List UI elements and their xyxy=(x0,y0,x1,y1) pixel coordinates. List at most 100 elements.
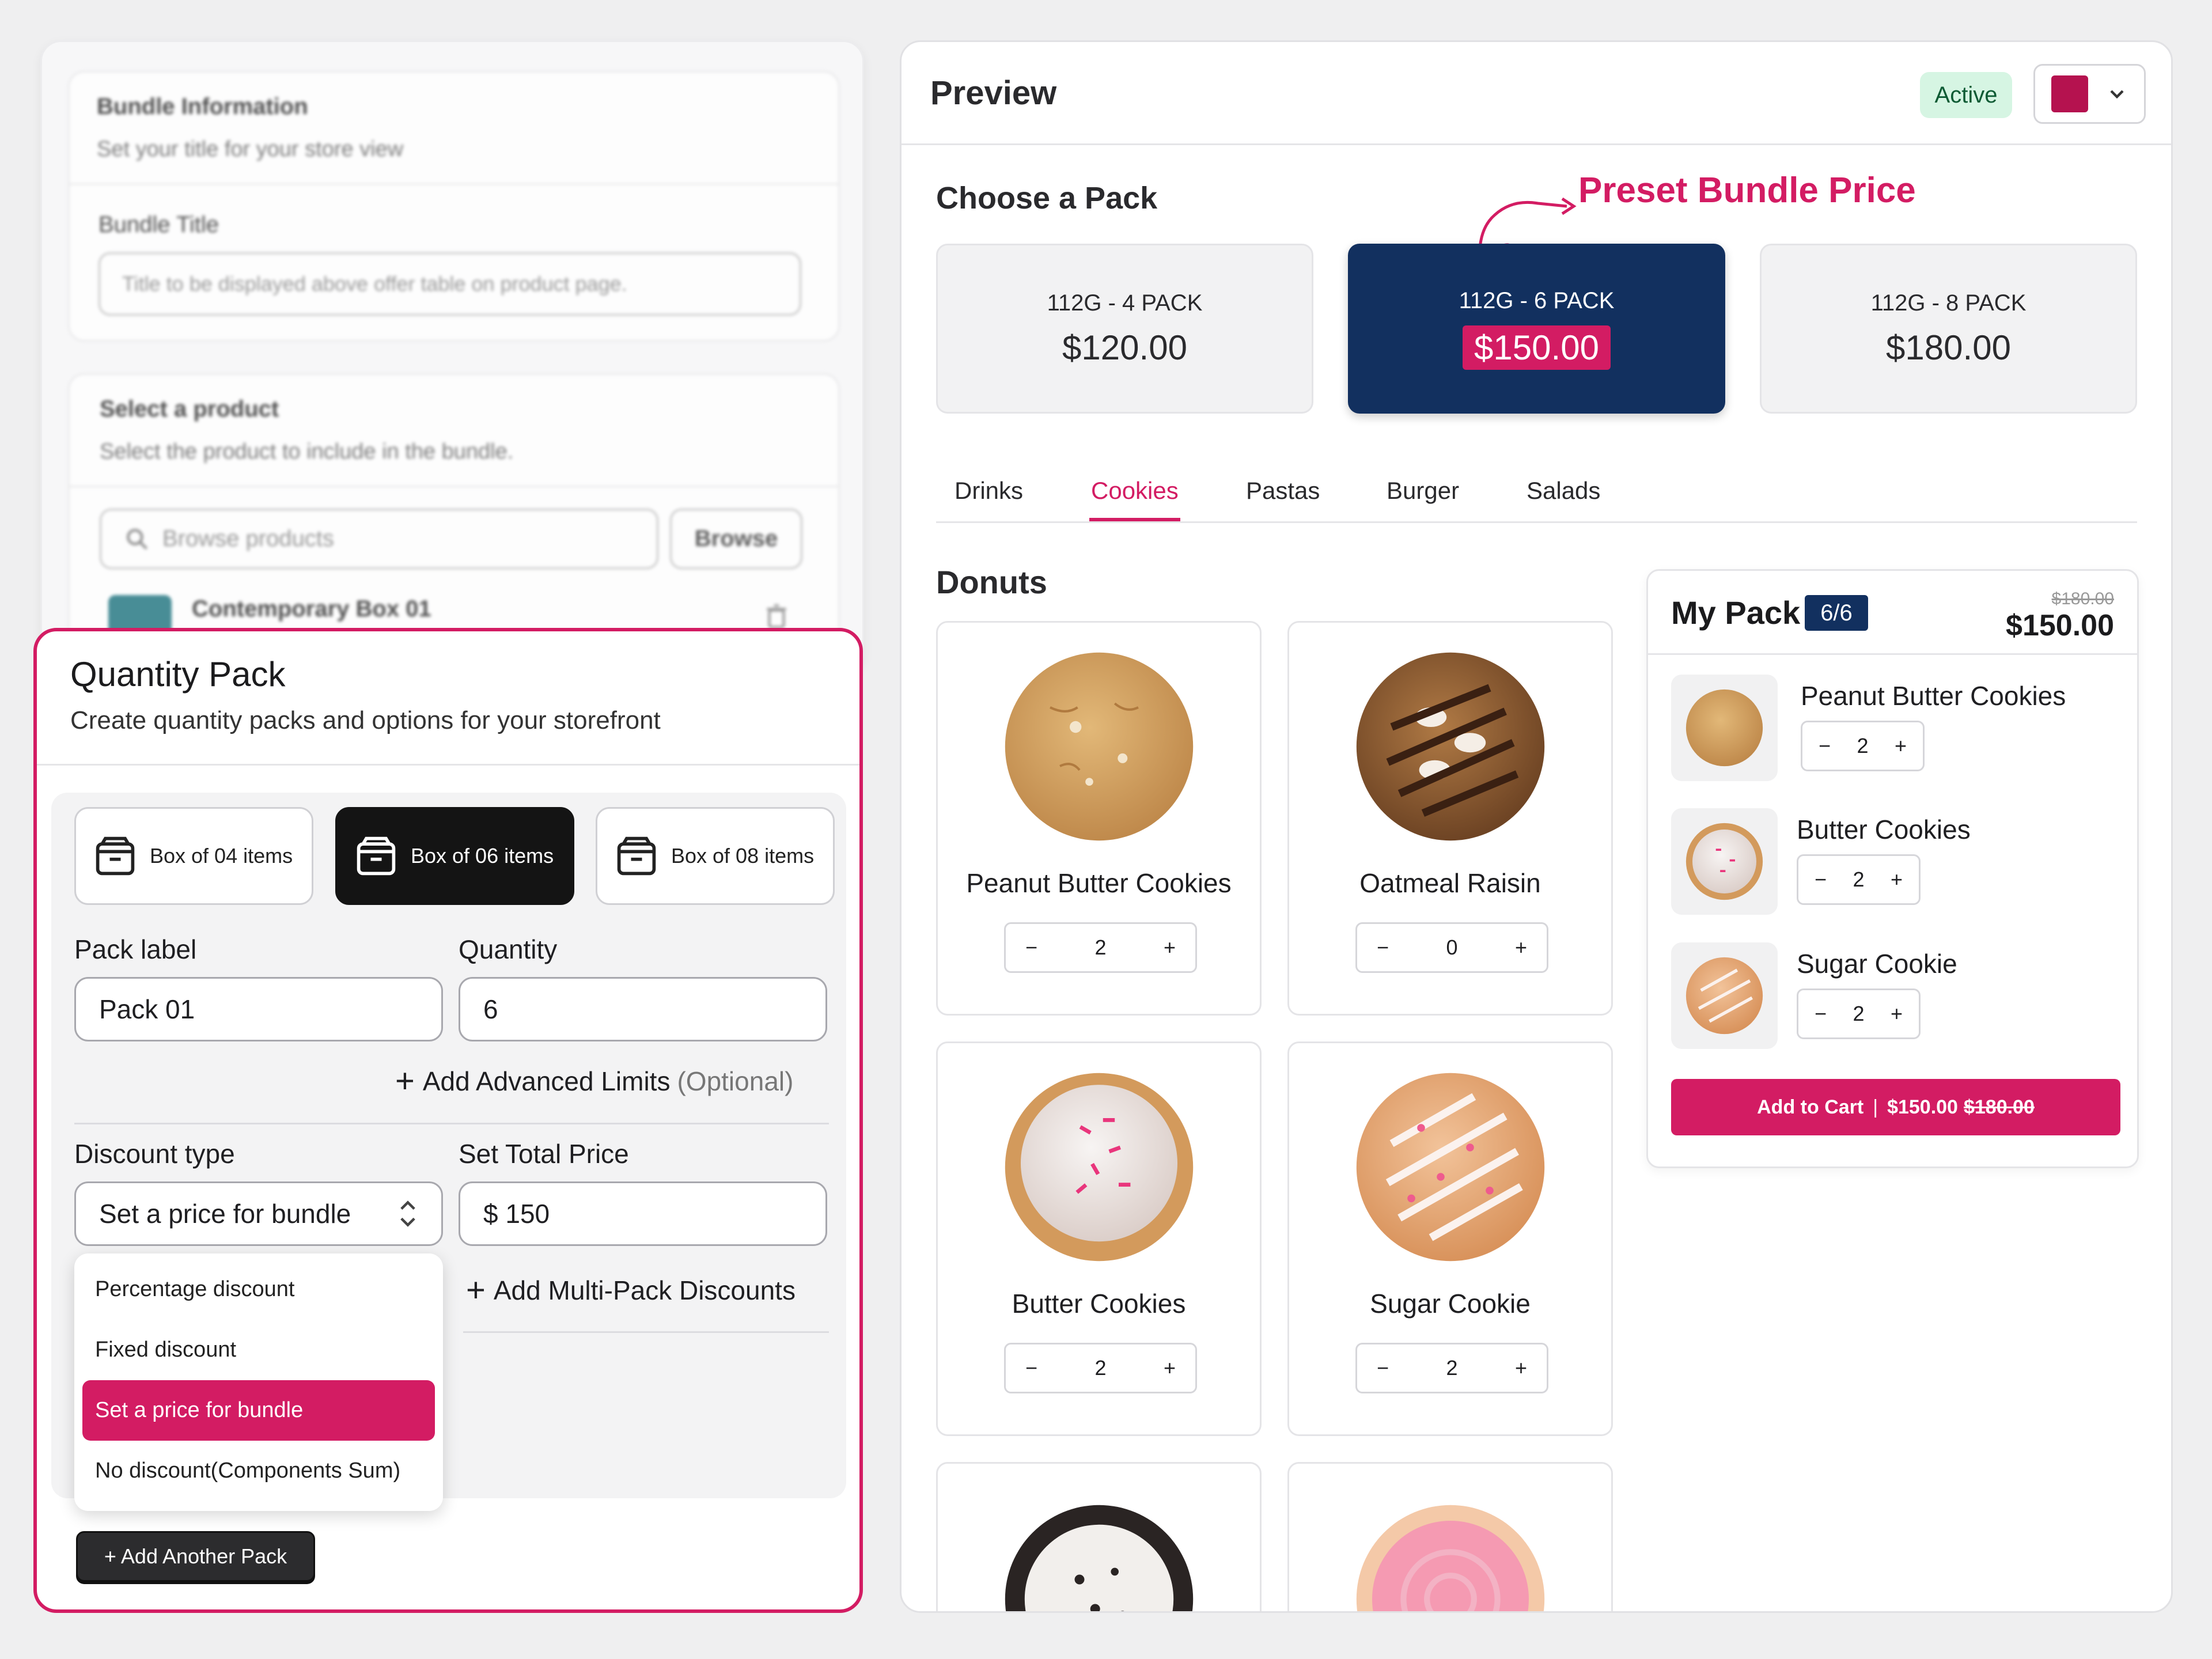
settings-panel: Bundle Information Set your title for yo… xyxy=(40,40,864,674)
quantity-value: 2 xyxy=(1094,1356,1107,1380)
my-pack-item-name: Peanut Butter Cookies xyxy=(1801,681,2066,711)
add-advanced-limits-link[interactable]: + Add Advanced Limits (Optional) xyxy=(395,1065,793,1098)
add-to-cart-button[interactable]: Add to Cart | $150.00 $180.00 xyxy=(1671,1079,2120,1135)
minus-icon[interactable]: − xyxy=(1815,868,1827,892)
tab-salads[interactable]: Salads xyxy=(1527,477,1600,505)
oatmeal-raisin-cookie-image xyxy=(1356,652,1545,841)
add-multi-pack-discounts-link[interactable]: + Add Multi-Pack Discounts xyxy=(466,1274,796,1307)
select-arrows-icon xyxy=(400,1200,415,1227)
browse-button[interactable]: Browse xyxy=(670,509,802,569)
tab-pastas[interactable]: Pastas xyxy=(1246,477,1320,505)
dropdown-option-set-price[interactable]: Set a price for bundle xyxy=(82,1380,435,1441)
pack-label-input[interactable]: Pack 01 xyxy=(74,977,443,1041)
my-pack-count-badge: 6/6 xyxy=(1805,595,1868,631)
my-pack-price: $150.00 xyxy=(2006,609,2114,642)
my-pack-item: Sugar Cookie − 2 + xyxy=(1671,942,2120,1055)
box-option-08[interactable]: Box of 08 items xyxy=(596,807,835,905)
pack-option-4[interactable]: 112G - 4 PACK $120.00 xyxy=(936,244,1313,414)
my-pack-item-name: Butter Cookies xyxy=(1797,815,1971,844)
product-card xyxy=(936,1462,1262,1611)
plus-icon[interactable]: + xyxy=(1515,935,1527,960)
product-card: Oatmeal Raisin − 0 + xyxy=(1287,621,1613,1016)
multi-pack-label: Add Multi-Pack Discounts xyxy=(493,1275,796,1305)
minus-icon[interactable]: − xyxy=(1815,1002,1827,1026)
pack-option-label: 112G - 8 PACK xyxy=(1870,290,2027,316)
minus-icon[interactable]: − xyxy=(1025,1356,1037,1380)
pink-frosted-cookie-image xyxy=(1356,1505,1545,1611)
quantity-stepper[interactable]: − 2 + xyxy=(1797,988,1921,1039)
plus-icon[interactable]: + xyxy=(1895,734,1907,758)
plus-icon: + xyxy=(395,1062,415,1100)
peanut-butter-cookie-thumbnail xyxy=(1671,675,1778,781)
box-option-04[interactable]: Box of 04 items xyxy=(74,807,313,905)
quantity-stepper[interactable]: − 2 + xyxy=(1797,854,1921,905)
my-pack-title: My Pack xyxy=(1671,594,1801,631)
product-card: Sugar Cookie − 2 + xyxy=(1287,1041,1613,1436)
trash-icon[interactable] xyxy=(762,602,791,631)
add-another-pack-button[interactable]: + Add Another Pack xyxy=(76,1531,315,1582)
butter-cookie-image xyxy=(1005,1073,1194,1262)
minus-icon[interactable]: − xyxy=(1025,935,1037,960)
preview-panel: Preview Active Choose a Pack Preset Bund… xyxy=(900,40,2173,1613)
product-name: Contemporary Box 01 xyxy=(192,596,431,622)
plus-icon[interactable]: + xyxy=(1891,868,1903,892)
product-name: Oatmeal Raisin xyxy=(1359,868,1541,898)
quantity-value: 2 xyxy=(1853,1002,1865,1025)
my-pack-panel: My Pack 6/6 $180.00 $150.00 Peanut Butte… xyxy=(1646,569,2139,1168)
butter-cookie-thumbnail xyxy=(1671,808,1778,915)
minus-icon[interactable]: − xyxy=(1377,935,1389,960)
product-name: Butter Cookies xyxy=(1012,1289,1186,1319)
product-card xyxy=(1287,1462,1613,1611)
total-price-value: $ 150 xyxy=(483,1199,550,1229)
dropdown-option-percentage[interactable]: Percentage discount xyxy=(82,1259,435,1320)
select-product-title: Select a product xyxy=(100,396,279,422)
my-pack-item: Peanut Butter Cookies − 2 + xyxy=(1671,675,2120,787)
quantity-value: 2 xyxy=(1446,1356,1458,1380)
quantity-input[interactable]: 6 xyxy=(459,977,827,1041)
tab-drinks[interactable]: Drinks xyxy=(955,477,1023,505)
pack-label-label: Pack label xyxy=(74,934,197,964)
pack-option-8[interactable]: 112G - 8 PACK $180.00 xyxy=(1760,244,2137,414)
annotation-label: Preset Bundle Price xyxy=(1578,171,1916,210)
dropdown-option-no-discount[interactable]: No discount(Components Sum) xyxy=(82,1441,435,1501)
quantity-stepper[interactable]: − 2 + xyxy=(1004,1343,1197,1393)
advanced-limits-label: Add Advanced Limits xyxy=(422,1066,671,1096)
quantity-stepper[interactable]: − 2 + xyxy=(1801,721,1925,771)
quantity-pack-panel: Quantity Pack Create quantity packs and … xyxy=(33,628,863,1613)
sugar-cookie-thumbnail xyxy=(1671,942,1778,1049)
quantity-stepper[interactable]: − 0 + xyxy=(1355,922,1548,973)
pack-option-6[interactable]: 112G - 6 PACK $150.00 xyxy=(1348,244,1725,414)
product-name: Sugar Cookie xyxy=(1370,1289,1531,1319)
preview-title: Preview xyxy=(930,74,1057,112)
discount-type-dropdown: Percentage discount Fixed discount Set a… xyxy=(74,1253,443,1511)
dropdown-option-fixed[interactable]: Fixed discount xyxy=(82,1320,435,1380)
sugar-cookie-image xyxy=(1356,1073,1545,1262)
tab-cookies[interactable]: Cookies xyxy=(1091,477,1179,505)
total-price-input[interactable]: $ 150 xyxy=(459,1181,827,1246)
pack-label-value: Pack 01 xyxy=(99,994,195,1024)
plus-icon[interactable]: + xyxy=(1164,935,1176,960)
box-option-label: Box of 04 items xyxy=(150,844,293,868)
plus-icon[interactable]: + xyxy=(1891,1002,1903,1026)
tab-burger[interactable]: Burger xyxy=(1387,477,1459,505)
plus-icon: + xyxy=(466,1271,486,1309)
box-icon xyxy=(93,834,137,878)
pack-option-label: 112G - 4 PACK xyxy=(1047,290,1203,316)
bundle-title-input[interactable]: Title to be displayed above offer table … xyxy=(99,252,801,316)
search-icon xyxy=(127,528,148,550)
plus-icon[interactable]: + xyxy=(1515,1356,1527,1380)
quantity-stepper[interactable]: − 2 + xyxy=(1004,922,1197,973)
quantity-value: 2 xyxy=(1094,935,1107,959)
box-option-06[interactable]: Box of 06 items xyxy=(335,807,574,905)
plus-icon[interactable]: + xyxy=(1164,1356,1176,1380)
discount-type-value: Set a price for bundle xyxy=(99,1199,351,1229)
color-picker[interactable] xyxy=(2033,64,2146,124)
discount-type-select[interactable]: Set a price for bundle xyxy=(74,1181,443,1246)
status-badge: Active xyxy=(1920,72,2012,118)
browse-products-input[interactable]: Browse products xyxy=(100,509,658,569)
minus-icon[interactable]: − xyxy=(1819,734,1831,758)
quantity-stepper[interactable]: − 2 + xyxy=(1355,1343,1548,1393)
quantity-value: 2 xyxy=(1857,734,1869,757)
choose-pack-heading: Choose a Pack xyxy=(936,181,1158,215)
minus-icon[interactable]: − xyxy=(1377,1356,1389,1380)
